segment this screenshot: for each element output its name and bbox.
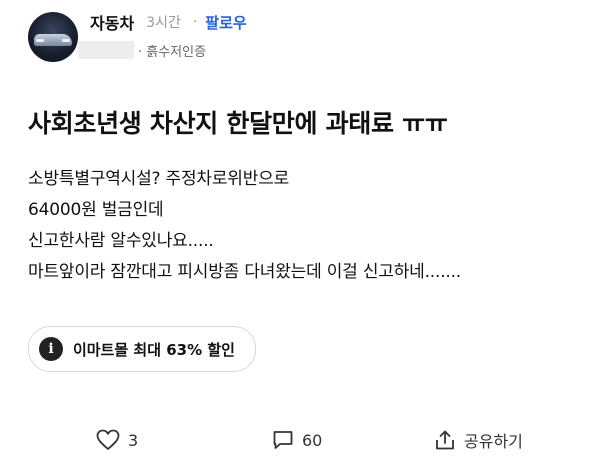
action-bar: 3 60 공유하기 bbox=[0, 424, 600, 456]
post-title: 사회초년생 차산지 한달만에 과태료 ㅠㅠ bbox=[28, 109, 448, 138]
like-count: 3 bbox=[128, 430, 139, 450]
headlight-right bbox=[62, 39, 70, 42]
heart-icon bbox=[96, 429, 120, 450]
post-body: 소방특별구역시설? 주정차로위반으로 64000원 벌금인데 신고한사람 알수있… bbox=[28, 164, 588, 288]
body-line: 신고한사람 알수있나요..... bbox=[28, 231, 214, 251]
share-icon bbox=[436, 430, 454, 450]
separator-dot: · bbox=[192, 14, 198, 30]
avatar[interactable] bbox=[28, 12, 78, 62]
promo-chip[interactable]: i 이마트몰 최대 63% 할인 bbox=[28, 326, 256, 372]
info-icon: i bbox=[39, 337, 63, 361]
post-header: 자동차 3시간 · 팔로우 · 흙수저인증 bbox=[28, 10, 588, 64]
author-row: 자동차 3시간 · 팔로우 bbox=[90, 10, 247, 34]
author-name[interactable]: 자동차 bbox=[90, 10, 134, 34]
post-time: 3시간 bbox=[146, 15, 181, 31]
comment-button[interactable]: 60 bbox=[272, 424, 322, 456]
author-subline: · 흙수저인증 bbox=[78, 40, 206, 60]
certification-badge: · 흙수저인증 bbox=[138, 44, 207, 60]
comment-icon bbox=[273, 431, 293, 449]
promo-label: 이마트몰 최대 63% 할인 bbox=[73, 340, 235, 359]
follow-button[interactable]: 팔로우 bbox=[205, 12, 246, 33]
comment-count: 60 bbox=[302, 430, 323, 450]
headlight-left bbox=[36, 39, 44, 42]
share-button[interactable]: 공유하기 bbox=[434, 424, 523, 456]
body-line: 64000원 벌금인데 bbox=[28, 200, 164, 220]
blurred-company bbox=[78, 41, 134, 59]
body-line: 마트앞이라 잠깐대고 피시방좀 다녀왔는데 이걸 신고하네....... bbox=[28, 262, 462, 282]
share-label: 공유하기 bbox=[464, 432, 523, 451]
like-button[interactable]: 3 bbox=[96, 424, 138, 456]
body-line: 소방특별구역시설? 주정차로위반으로 bbox=[28, 169, 290, 189]
